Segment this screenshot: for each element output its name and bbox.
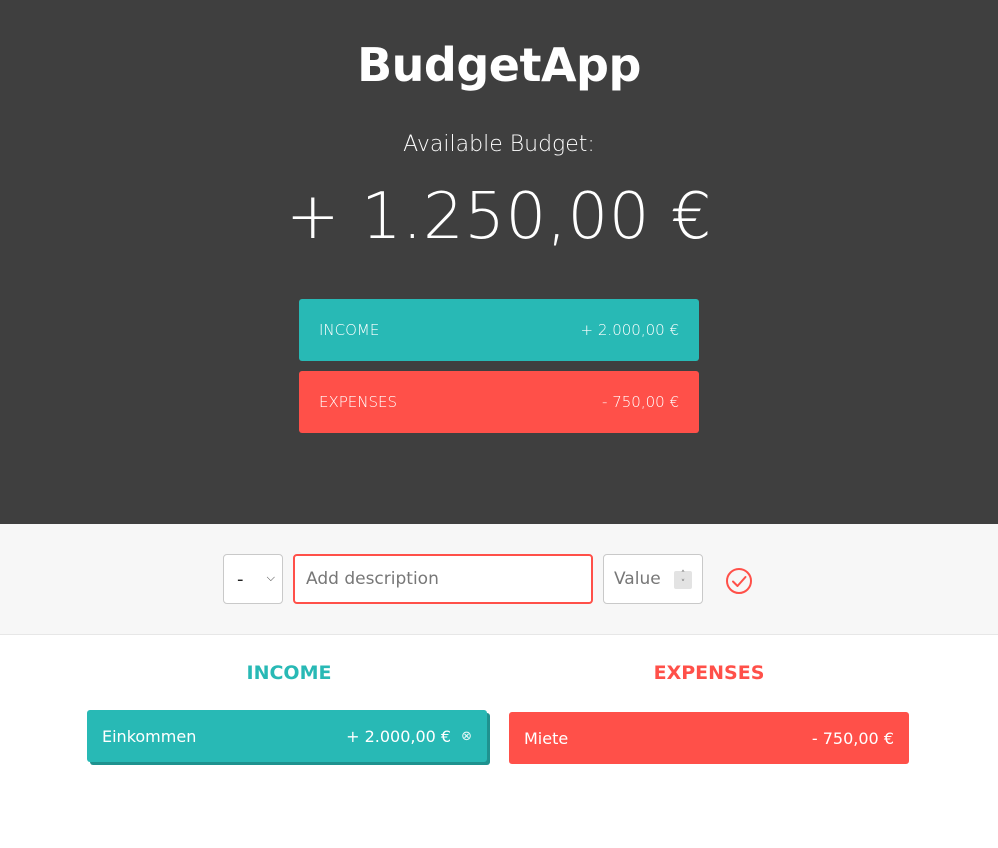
- type-select-value: -: [237, 568, 244, 590]
- expenses-list-title: EXPENSES: [653, 662, 765, 684]
- income-summary-label: INCOME: [319, 321, 380, 339]
- income-summary: INCOME + 2.000,00 €: [299, 299, 699, 361]
- type-select[interactable]: - ⌵: [223, 554, 283, 604]
- expenses-item-description: Miete: [524, 728, 569, 748]
- number-spinner-icon[interactable]: ˄ ˅: [674, 571, 692, 589]
- value-input[interactable]: Value ˄ ˅: [603, 554, 703, 604]
- app-title: BudgetApp: [357, 38, 641, 92]
- income-item-description: Einkommen: [102, 726, 197, 746]
- available-budget-value: + 1.250,00 €: [285, 180, 713, 254]
- expenses-summary: EXPENSES - 750,00 €: [299, 371, 699, 433]
- description-input[interactable]: [293, 554, 593, 604]
- delete-item-icon[interactable]: ⊗: [461, 729, 472, 744]
- add-entry-bar: - ⌵ Value ˄˅: [0, 524, 998, 635]
- budget-header: BudgetApp Available Budget: + 1.250,00 €…: [0, 0, 998, 524]
- available-budget-label: Available Budget:: [403, 132, 595, 157]
- check-circle-icon[interactable]: [724, 566, 754, 596]
- chevron-down-icon: ⌵: [266, 571, 275, 584]
- expenses-summary-value: - 750,00 €: [602, 393, 679, 411]
- expenses-list-item[interactable]: Miete - 750,00 €: [509, 712, 909, 764]
- income-summary-value: + 2.000,00 €: [580, 321, 679, 339]
- value-input-placeholder: Value: [614, 569, 661, 589]
- income-list-title: INCOME: [246, 662, 332, 684]
- income-item-value: + 2.000,00 €: [346, 726, 452, 746]
- expenses-item-value: - 750,00 €: [811, 728, 894, 748]
- expenses-summary-label: EXPENSES: [319, 393, 398, 411]
- income-list-item[interactable]: Einkommen + 2.000,00 € ⊗: [87, 710, 487, 762]
